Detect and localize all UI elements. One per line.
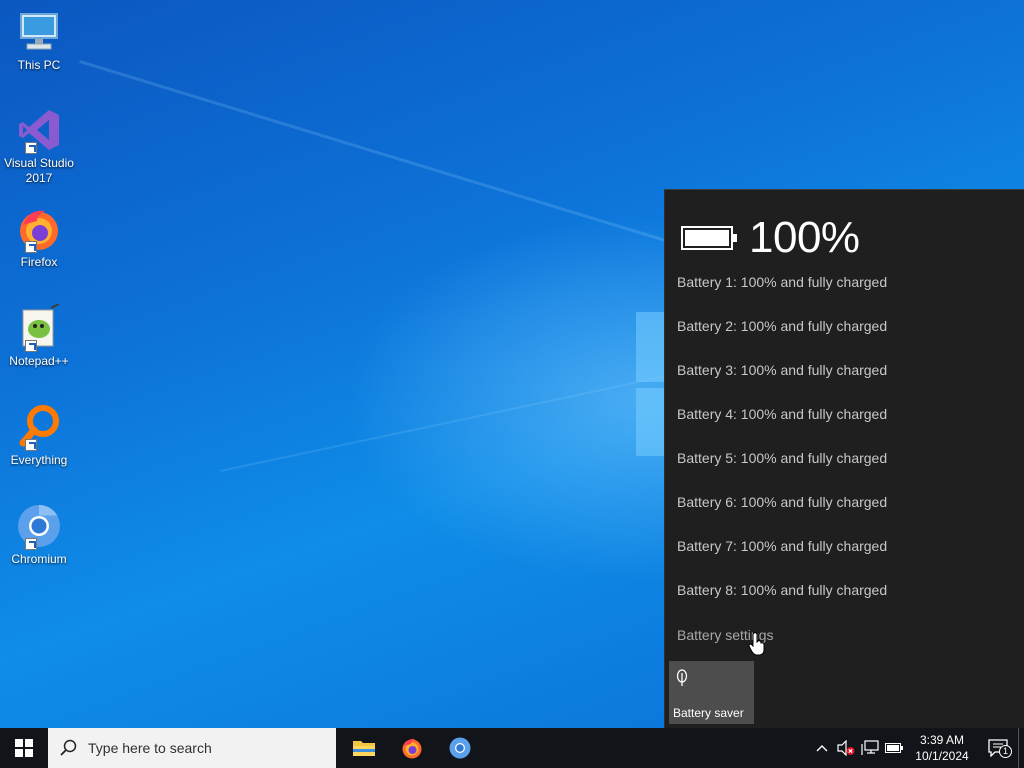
battery-status-row: Battery 4: 100% and fully charged (677, 406, 888, 422)
battery-status-row: Battery 2: 100% and fully charged (677, 318, 888, 334)
desktop-icon-chromium[interactable]: Chromium (2, 502, 76, 567)
battery-large-icon (681, 226, 737, 250)
battery-status-row: Battery 8: 100% and fully charged (677, 582, 888, 598)
chevron-up-icon[interactable] (810, 728, 834, 768)
taskbar-firefox[interactable] (388, 728, 436, 768)
battery-status-row: Battery 5: 100% and fully charged (677, 450, 888, 466)
windows-logo-icon (15, 739, 33, 757)
hand-cursor-icon (748, 632, 765, 656)
start-button[interactable] (0, 728, 48, 768)
taskbar-search-box[interactable]: Type here to search (48, 728, 336, 768)
battery-status-row: Battery 6: 100% and fully charged (677, 494, 888, 510)
file-explorer-icon (353, 741, 375, 756)
battery-status-row: Battery 3: 100% and fully charged (677, 362, 888, 378)
volume-muted-icon[interactable] (834, 728, 858, 768)
desktop-icon-label: Everything (10, 453, 68, 467)
visual-studio-icon (15, 106, 63, 154)
shortcut-arrow-icon (25, 538, 37, 550)
battery-saver-label: Battery saver (673, 706, 744, 720)
taskbar-chromium[interactable] (436, 728, 484, 768)
desktop-icon-firefox[interactable]: Firefox (2, 205, 76, 270)
battery-saver-toggle[interactable]: Battery saver (669, 661, 754, 724)
desktop-icon-label: Chromium (11, 552, 67, 566)
search-placeholder: Type here to search (88, 740, 212, 756)
taskbar-file-explorer[interactable] (340, 728, 388, 768)
shortcut-arrow-icon (25, 241, 37, 253)
clock-date: 10/1/2024 (915, 749, 969, 763)
battery-summary: 100% (681, 208, 860, 268)
search-icon (60, 739, 77, 756)
battery-percentage: 100% (749, 213, 860, 262)
wallpaper-light-ray (79, 60, 750, 268)
wallpaper-window-pane (636, 388, 666, 456)
chromium-icon (449, 737, 471, 759)
shortcut-arrow-icon (25, 142, 37, 154)
firefox-icon (402, 738, 422, 759)
desktop-icon-label: Visual Studio 2017 (4, 156, 74, 185)
network-icon[interactable] (858, 728, 882, 768)
wallpaper-window-pane (636, 312, 666, 382)
this-pc-icon (15, 8, 63, 56)
clock-time: 3:39 AM (919, 733, 965, 747)
show-desktop-button[interactable] (1018, 728, 1024, 768)
battery-status-row: Battery 7: 100% and fully charged (677, 538, 888, 554)
desktop-icon-everything[interactable]: Everything (2, 403, 76, 468)
system-tray: 3:39 AM 10/1/2024 1 (810, 728, 1024, 768)
battery-status-row: Battery 1: 100% and fully charged (677, 274, 888, 290)
desktop-icon-label: This PC (17, 58, 61, 72)
desktop-icon-label: Notepad++ (9, 354, 69, 368)
desktop-icon-label: Firefox (20, 255, 58, 269)
desktop-icon-this-pc[interactable]: This PC (2, 8, 76, 73)
desktop-icon-notepadpp[interactable]: Notepad++ (2, 304, 76, 369)
notification-count-badge: 1 (999, 745, 1012, 758)
firefox-icon (15, 205, 63, 253)
taskbar-clock[interactable]: 3:39 AM 10/1/2024 (906, 728, 978, 768)
action-center-button[interactable]: 1 (978, 728, 1018, 768)
shortcut-arrow-icon (25, 439, 37, 451)
battery-saver-leaf-icon (676, 669, 688, 686)
shortcut-arrow-icon (25, 340, 37, 352)
notepadpp-icon (15, 304, 63, 352)
desktop: This PC Visual Studio 2017 Firefox Notep… (0, 0, 1024, 728)
battery-icon[interactable] (882, 728, 906, 768)
battery-flyout: 100% Battery 1: 100% and fully charged B… (664, 189, 1024, 728)
taskbar: Type here to search 3:39 AM 10/1/2024 1 (0, 728, 1024, 768)
chromium-icon (15, 502, 63, 550)
everything-icon (15, 403, 63, 451)
desktop-icon-visual-studio[interactable]: Visual Studio 2017 (2, 106, 76, 186)
